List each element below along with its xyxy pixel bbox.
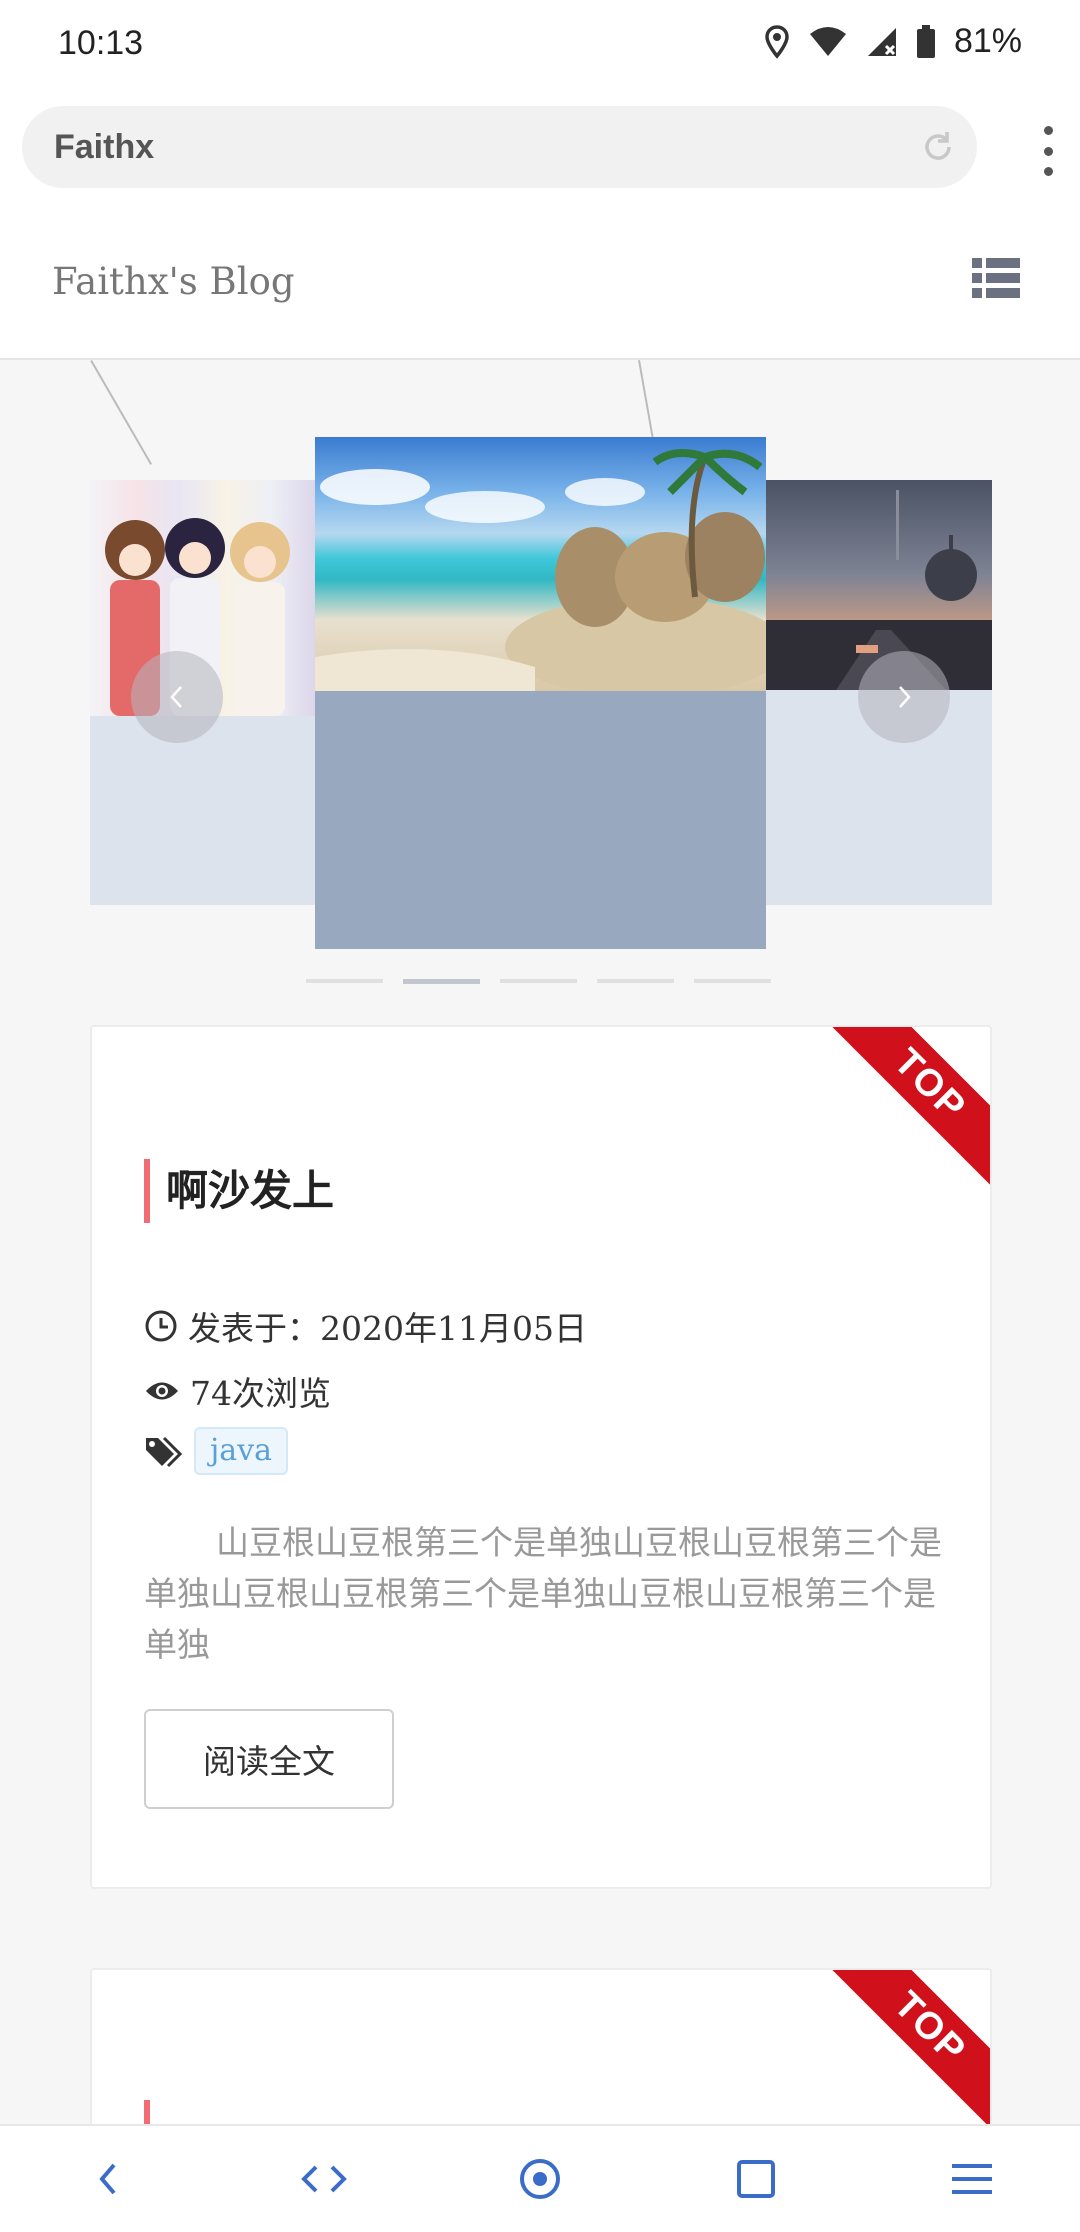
top-badge-label: TOP [886,1040,975,1129]
battery-icon [916,24,936,59]
site-title[interactable]: Faithx's Blog [52,260,295,303]
post-date: 发表于：2020年11月05日 [188,1309,587,1348]
tabs-square-icon[interactable] [696,2129,816,2229]
clock-icon [145,1310,177,1342]
battery-percent: 81% [953,22,1022,60]
carousel-indicators [306,979,771,984]
location-icon [764,24,790,59]
top-badge-label: TOP [886,1983,975,2072]
post-title[interactable]: 啊沙发上 [144,1159,334,1223]
post-date-row: 发表于：2020年11月05日 [144,1302,587,1350]
post-views: 74次浏览 [190,1374,331,1413]
slide-caption-area [90,716,315,905]
carousel-prev-button[interactable] [131,651,223,743]
menu-lines-icon[interactable] [912,2129,1032,2229]
browser-toolbar: Faithx [0,96,1080,208]
status-time: 10:13 [58,24,144,62]
top-badge: TOP [825,1027,990,1190]
carousel-dot[interactable] [597,979,674,983]
browser-bottom-nav [0,2124,1080,2232]
chevron-left-icon [170,686,182,708]
image-carousel[interactable] [0,360,1080,1000]
tag-java[interactable]: java [194,1427,289,1475]
slide-caption-area [315,691,766,949]
decorative-line [638,360,654,438]
tropical-beach-image [315,437,766,697]
status-icons: 81% [764,22,1022,61]
overflow-menu-icon[interactable] [1042,126,1054,176]
carousel-dot-active[interactable] [403,979,480,984]
read-more-button[interactable]: 阅读全文 [144,1709,394,1809]
url-bar[interactable]: Faithx [22,106,977,188]
eye-icon [146,1382,178,1400]
carousel-dot[interactable] [306,979,383,983]
carousel-next-button[interactable] [858,651,950,743]
post-tags-row: java [144,1427,289,1475]
code-icon[interactable] [264,2129,384,2229]
status-bar: 10:13 81% [0,0,1080,96]
top-badge: TOP [825,1970,990,2133]
reload-icon[interactable] [921,130,955,168]
post-excerpt: 山豆根山豆根第三个是单独山豆根山豆根第三个是单独山豆根山豆根第三个是单独山豆根山… [144,1523,942,1664]
post-card: TOP 啊沙发上 发表于：2020年11月05日 74次浏览 java 山豆根山… [90,1025,992,1889]
wifi-icon [808,26,848,58]
carousel-dot[interactable] [500,979,577,983]
list-menu-icon[interactable] [972,258,1020,302]
decorative-line [90,360,152,465]
carousel-slide-active[interactable] [315,437,766,949]
tags-icon [146,1436,183,1468]
post-views-row: 74次浏览 [144,1367,331,1415]
site-header: Faithx's Blog [0,208,1080,360]
signal-icon [866,26,898,58]
home-target-icon[interactable] [480,2129,600,2229]
url-text: Faithx [54,128,155,166]
back-icon[interactable] [48,2129,168,2229]
chevron-right-icon [899,686,911,708]
carousel-dot[interactable] [694,979,771,983]
